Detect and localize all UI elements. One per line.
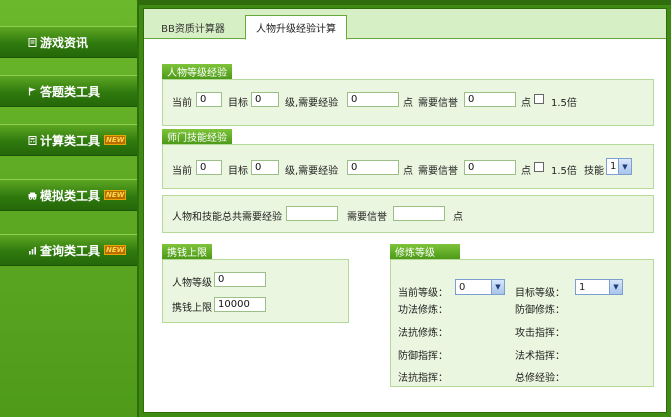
chevron-down-icon: ▼ [491,280,504,294]
carry-title: 携钱上限 [162,244,212,259]
skill-credit-label: 需要信誉 [418,166,458,177]
nav-item-label: 答题类工具 [40,84,101,99]
skill-select-label: 技能 [584,166,604,177]
calculator-icon [27,135,37,145]
skill-exp-output[interactable] [347,160,399,175]
nav-item-game-news[interactable]: 游戏资讯 [0,26,137,58]
document-icon [27,37,37,47]
nav-item-calc-tools[interactable]: 计算类工具 NEW [0,124,137,156]
cultivation-title: 修炼等级 [390,244,460,259]
total-credit-output[interactable] [393,206,445,221]
skill-select-value: 1 [610,161,617,172]
new-badge: NEW [104,245,127,255]
carry-limit-output[interactable] [214,297,266,312]
skill-multiplier-checkbox[interactable] [534,162,544,172]
cult-current-select[interactable]: 0 ▼ [455,279,505,295]
nav-item-label: 游戏资讯 [40,35,89,50]
skill-select[interactable]: 1 ▼ [606,158,632,175]
skill-current-label: 当前 [172,166,192,177]
char-target-label: 目标 [228,98,248,109]
nav-item-label: 查询类工具 [40,243,101,258]
cult-target-select[interactable]: 1 ▼ [575,279,623,295]
char-credit-unit: 点 [521,98,531,109]
cult-field-total-exp: 总修经验： [515,373,565,384]
char-current-input[interactable] [196,92,222,107]
tab-bb-calculator[interactable]: BB资质计算器 [150,15,236,39]
skill-current-input[interactable] [196,160,222,175]
car-icon [27,190,37,200]
cult-field-gongji-zhihui: 攻击指挥： [515,328,565,339]
new-badge: NEW [104,135,127,145]
chart-icon [27,245,37,255]
total-credit-label: 需要信誉 [347,212,387,223]
carry-level-label: 人物等级 [172,278,212,289]
char-exp-label: 级,需要经验 [285,98,339,109]
char-credit-output[interactable] [464,92,516,107]
cult-field-fangyu: 防御修炼： [515,305,565,316]
cult-target-label: 目标等级： [515,288,565,299]
tab-bar: BB资质计算器 人物升级经验计算 [144,9,666,40]
total-exp-output[interactable] [286,206,338,221]
main-panel: BB资质计算器 人物升级经验计算 人物等级经验 当前 目标 级,需要经验 点 需… [143,8,667,413]
flag-icon [27,86,37,96]
total-unit-label: 点 [453,212,463,223]
skill-credit-output[interactable] [464,160,516,175]
skill-target-label: 目标 [228,166,248,177]
char-level-title: 人物等级经验 [162,64,232,79]
char-exp-output[interactable] [347,92,399,107]
skill-unit-label: 点 [403,166,413,177]
nav-item-sim-tools[interactable]: 模拟类工具 NEW [0,179,137,211]
tab-level-exp-calc[interactable]: 人物升级经验计算 [245,15,347,40]
nav-item-label: 模拟类工具 [40,188,101,203]
cult-current-label: 当前等级： [398,288,448,299]
chevron-down-icon: ▼ [609,280,622,294]
nav-item-label: 计算类工具 [40,133,101,148]
cult-field-fakang: 法抗修炼： [398,328,448,339]
carry-limit-label: 携钱上限 [172,303,212,314]
sidebar: 游戏资讯 答题类工具 计算类工具 NEW 模拟类工具 NEW 查询类工具 NEW [0,0,139,417]
skill-target-input[interactable] [251,160,279,175]
cult-field-fashu-zhihui: 法术指挥： [515,351,565,362]
skill-exp-label: 级,需要经验 [285,166,339,177]
cult-target-value: 1 [579,281,586,293]
nav-item-quiz-tools[interactable]: 答题类工具 [0,75,137,107]
chevron-down-icon: ▼ [618,159,631,174]
char-current-label: 当前 [172,98,192,109]
skill-credit-unit: 点 [521,166,531,177]
cult-current-value: 0 [459,281,466,293]
char-multiplier-checkbox[interactable] [534,94,544,104]
cult-field-fakang-zhihui: 法抗指挥： [398,373,448,384]
char-unit-label: 点 [403,98,413,109]
char-credit-label: 需要信誉 [418,98,458,109]
carry-level-input[interactable] [214,272,266,287]
char-multiplier-label: 1.5倍 [551,98,577,109]
total-exp-label: 人物和技能总共需要经验 [172,212,282,223]
sect-skill-title: 师门技能经验 [162,129,232,144]
skill-multiplier-label: 1.5倍 [551,166,577,177]
new-badge: NEW [104,190,127,200]
nav-item-query-tools[interactable]: 查询类工具 NEW [0,234,137,266]
cult-field-gongfa: 功法修炼： [398,305,448,316]
cult-field-fangyu-zhihui: 防御指挥： [398,351,448,362]
char-target-input[interactable] [251,92,279,107]
